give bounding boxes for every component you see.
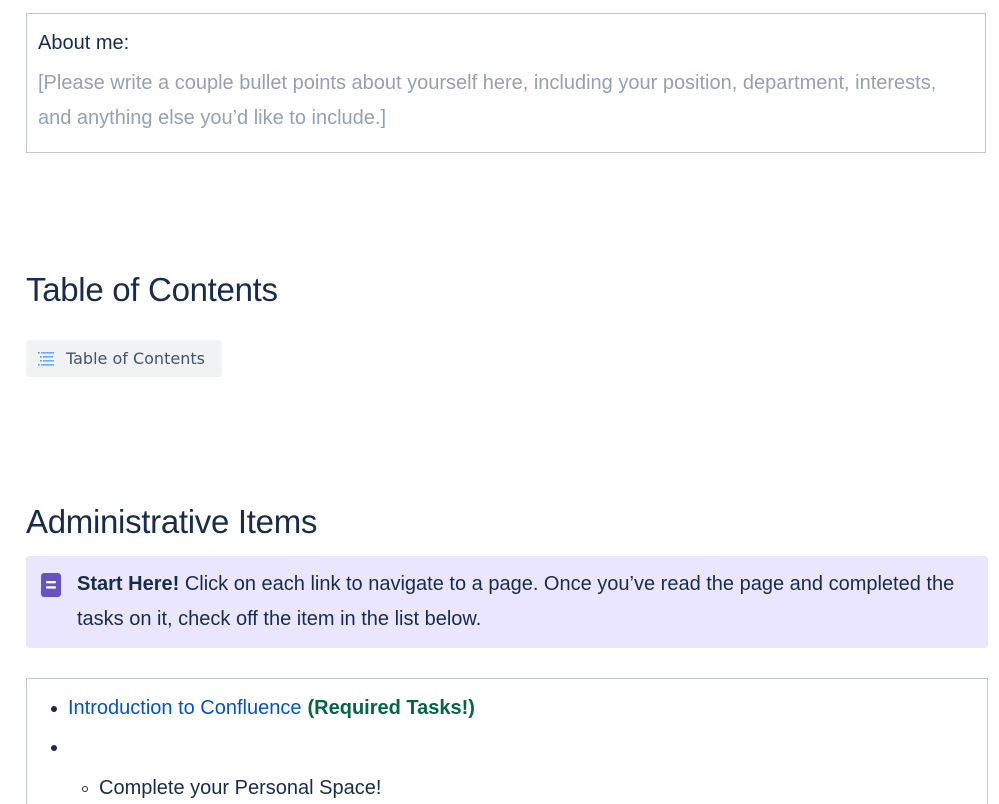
toc-chip-label: Table of Contents — [66, 349, 205, 368]
about-me-panel: About me: [Please write a couple bullet … — [26, 13, 986, 153]
toc-macro-chip[interactable]: Table of Contents — [26, 340, 222, 377]
bullet-circle — [82, 786, 88, 792]
start-here-panel: Start Here! Click on each link to naviga… — [26, 556, 988, 648]
about-me-label: About me: — [38, 32, 130, 54]
bullet-dot — [51, 706, 57, 712]
list-item: Complete your Personal Space! — [99, 773, 381, 803]
start-here-text: Start Here! Click on each link to naviga… — [77, 567, 974, 637]
bullet-dot — [51, 745, 57, 751]
intro-to-confluence-link[interactable]: Introduction to Confluence — [68, 697, 302, 719]
toc-lines-icon — [36, 350, 56, 368]
start-here-body: Click on each link to navigate to a page… — [77, 573, 955, 630]
page: About me: [Please write a couple bullet … — [0, 0, 999, 804]
sub-item-personal-space: Complete your Personal Space! — [99, 777, 382, 799]
task-list-panel: Introduction to Confluence (Required Task… — [26, 678, 988, 804]
required-tasks-label: (Required Tasks!) — [307, 697, 475, 719]
about-me-placeholder[interactable]: [Please write a couple bullet points abo… — [38, 66, 973, 136]
list-item: Introduction to Confluence (Required Task… — [68, 693, 475, 723]
note-icon — [41, 573, 61, 597]
toc-heading: Table of Contents — [26, 271, 278, 308]
administrative-items-heading: Administrative Items — [26, 503, 318, 540]
start-here-bold: Start Here! — [77, 573, 180, 595]
